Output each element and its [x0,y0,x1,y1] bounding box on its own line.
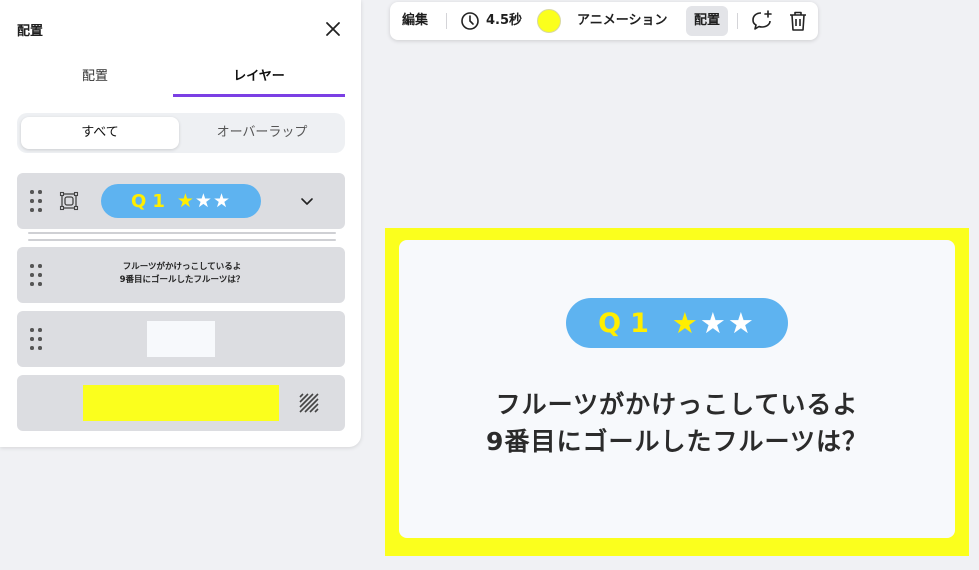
layer-item-text[interactable]: フルーツがかけっこしているよ 9番目にゴールしたフルーツは？ [17,247,345,303]
filter-all-button[interactable]: すべて [21,117,179,149]
group-icon [59,191,79,211]
slide-card[interactable]: Q1 ★★★ フルーツがかけっこしているよ 9番目にゴールしたフルーツは？ [399,240,955,538]
layer-thumbnail-shape [147,321,215,357]
group-stack-line [28,239,336,241]
q-label: Q1 [598,307,658,339]
mini-q-label: Q1 [131,190,171,212]
duration-button[interactable]: 4.5秒 [486,2,522,40]
panel-title: 配置 [17,24,44,39]
layer-item-shape[interactable] [17,311,345,367]
layer-item-group[interactable]: Q1 ★★★ [17,173,345,229]
group-stack-line [28,232,336,234]
trash-icon[interactable] [788,10,808,32]
transparency-icon[interactable] [299,393,319,413]
animation-button[interactable]: アニメーション [577,2,667,40]
q1-badge[interactable]: Q1 ★★★ [566,298,788,348]
difficulty-stars: ★★★ [672,306,756,340]
star-icon: ★ [176,190,195,212]
star-icon: ★ [699,306,728,340]
toolbar-divider [446,13,447,29]
layer-item-background[interactable] [17,375,345,431]
question-line: フルーツがかけっこしているよ [495,390,859,419]
mini-text-line: 9番目にゴールしたフルーツは？ [119,275,245,285]
star-icon: ★ [194,190,213,212]
layer-filter: すべて オーバーラップ [17,113,345,153]
star-icon: ★ [727,306,756,340]
tab-layers[interactable]: レイヤー [173,66,345,97]
slide-frame[interactable]: Q1 ★★★ フルーツがかけっこしているよ 9番目にゴールしたフルーツは？ [385,228,969,556]
arrange-panel: 配置 配置 レイヤー すべて オーバーラップ Q1 ★★★ フルーツがかけっこし… [0,0,361,447]
question-line: 9番目にゴールしたフルーツは？ [486,427,868,456]
tab-arrange[interactable]: 配置 [17,66,173,97]
star-icon: ★ [212,190,231,212]
layer-thumbnail-background [83,385,279,421]
arrange-button[interactable]: 配置 [686,6,729,36]
star-icon: ★ [671,306,700,340]
layer-thumbnail-q1: Q1 ★★★ [101,184,261,218]
question-text[interactable]: フルーツがかけっこしているよ 9番目にゴールしたフルーツは？ [399,386,955,460]
close-icon[interactable] [323,19,343,39]
mini-text-line: フルーツがかけっこしているよ [122,262,242,272]
element-toolbar: 編集 4.5秒 アニメーション 配置 [390,2,818,40]
drag-handle-icon[interactable] [30,264,42,286]
panel-tabs: 配置 レイヤー [17,66,345,98]
drag-handle-icon[interactable] [30,328,42,350]
drag-handle-icon[interactable] [30,190,42,212]
filter-overlap-button[interactable]: オーバーラップ [183,117,341,149]
clock-icon[interactable] [460,11,480,31]
toolbar-divider [737,13,738,29]
edit-button[interactable]: 編集 [402,2,428,40]
layer-thumbnail-text: フルーツがかけっこしているよ 9番目にゴールしたフルーツは？ [77,261,287,287]
mini-stars: ★★★ [177,190,231,212]
chevron-down-icon[interactable] [299,193,315,209]
comment-add-icon[interactable] [751,10,773,32]
color-swatch[interactable] [537,9,561,33]
